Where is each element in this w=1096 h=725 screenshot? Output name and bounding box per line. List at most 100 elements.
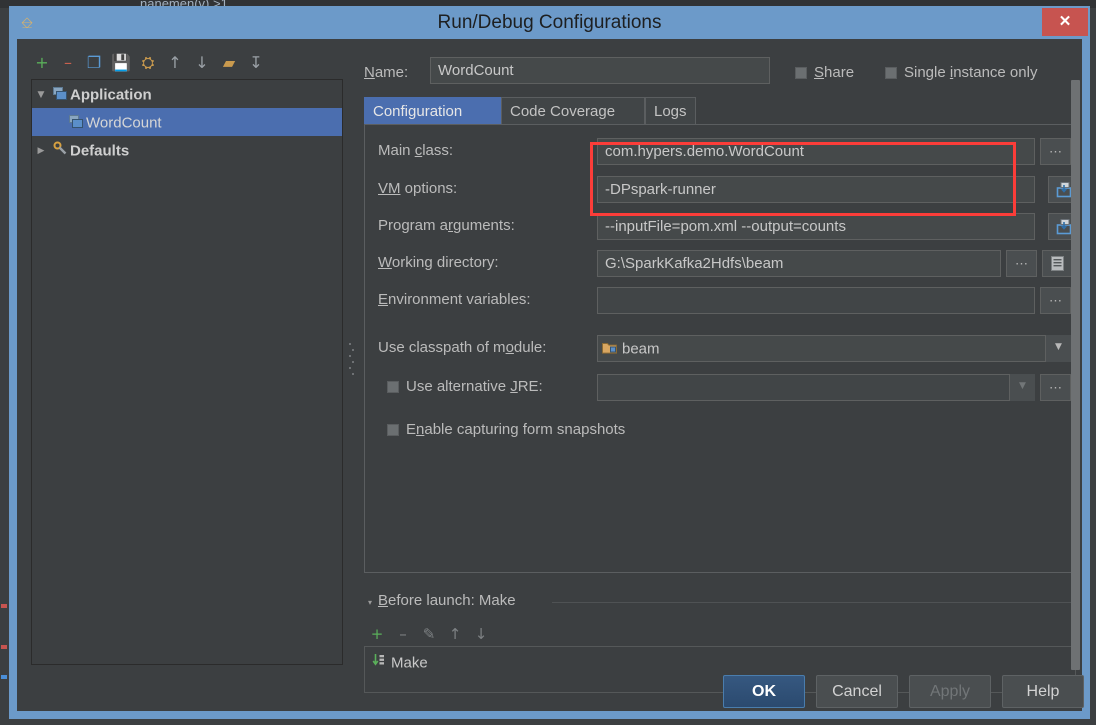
list-item[interactable]: Make bbox=[367, 649, 1067, 675]
sidebar-item-defaults[interactable]: ▶ Defaults bbox=[32, 136, 342, 164]
sidebar-item-wordcount[interactable]: WordCount bbox=[32, 108, 342, 136]
field-label-working-directory: Working directory: bbox=[378, 254, 499, 271]
defaults-wrench-icon bbox=[50, 137, 70, 165]
alternative-jre-checkbox-box[interactable] bbox=[387, 381, 399, 394]
dialog-client-area: + – ❐ 💾 ⛭ ↑ ↓ ▰ ↧ ▼ Application WordCount ▶ Defaults… bbox=[17, 39, 1084, 711]
gutter-marker-error bbox=[1, 604, 7, 608]
application-icon bbox=[50, 81, 70, 109]
alternative-jre-combo bbox=[597, 374, 1035, 401]
make-compile-icon bbox=[367, 650, 391, 676]
ide-left-gutter bbox=[0, 8, 9, 725]
remove-before-launch-task-button[interactable]: – bbox=[392, 622, 414, 646]
alternative-jre-checkbox[interactable]: Use alternative JRE: bbox=[387, 378, 543, 395]
configuration-form: Main class: com.hypers.demo.WordCount ⋯ VM … bbox=[364, 125, 1079, 573]
dialog-title: Run/Debug Configurations bbox=[437, 12, 662, 33]
configurations-tree[interactable]: ▼ Application WordCount ▶ Defaults bbox=[31, 79, 343, 665]
field-label-main-class: Main class: bbox=[378, 142, 454, 159]
name-label-rest: ame: bbox=[374, 64, 409, 81]
editor-scrollbar[interactable] bbox=[1071, 80, 1080, 670]
dialog-title-bar[interactable]: ⎒ Run/Debug Configurations ✕ bbox=[9, 6, 1090, 39]
browse-environment-variables-button[interactable]: ⋯ bbox=[1040, 287, 1071, 314]
before-launch-title-rest: efore launch: Make bbox=[388, 592, 516, 609]
share-checkbox-box[interactable] bbox=[795, 67, 807, 80]
module-combo[interactable]: beam bbox=[597, 335, 1071, 362]
field-row-working-directory: Working directory: G:\SparkKafka2Hdfs\bea… bbox=[365, 248, 1077, 278]
edit-before-launch-task-button[interactable]: ✎ bbox=[418, 622, 440, 646]
save-configuration-button[interactable]: 💾 bbox=[110, 51, 132, 75]
add-configuration-button[interactable]: + bbox=[31, 51, 53, 75]
field-row-main-class: Main class: com.hypers.demo.WordCount ⋯ bbox=[365, 136, 1077, 166]
field-row-module: Use classpath of module: beam ▼ bbox=[365, 333, 1077, 363]
single-instance-checkbox-box[interactable] bbox=[885, 67, 897, 80]
configurations-toolbar: + – ❐ 💾 ⛭ ↑ ↓ ▰ ↧ bbox=[31, 51, 351, 77]
form-snapshots-checkbox[interactable]: Enable capturing form snapshots bbox=[387, 421, 625, 438]
help-button[interactable]: Help bbox=[1002, 675, 1084, 708]
field-row-program-arguments: Program arguments: --inputFile=pom.xml --… bbox=[365, 211, 1079, 241]
move-task-up-button[interactable]: ↑ bbox=[444, 622, 466, 646]
share-mnemonic: S bbox=[814, 64, 825, 81]
tab-code-coverage[interactable]: Code Coverage bbox=[501, 97, 645, 125]
sidebar-item-label: WordCount bbox=[86, 114, 162, 132]
module-dropdown-arrow[interactable]: ▼ bbox=[1045, 335, 1071, 362]
editor-scrollbar-thumb[interactable] bbox=[1071, 80, 1080, 670]
module-icon bbox=[602, 337, 622, 361]
form-snapshots-checkbox-box[interactable] bbox=[387, 424, 399, 437]
single-instance-label-post: nstance only bbox=[953, 64, 1038, 81]
single-instance-label-pre: Single bbox=[904, 64, 950, 81]
working-directory-macros-button[interactable] bbox=[1042, 250, 1073, 277]
working-directory-input[interactable]: G:\SparkKafka2Hdfs\beam bbox=[597, 250, 1001, 277]
before-launch-expander-icon[interactable]: ▾ bbox=[368, 598, 372, 607]
before-launch-header[interactable]: ▾ Before launch: Make bbox=[364, 592, 1076, 612]
editor-tabs: Configuration Code Coverage Logs bbox=[364, 97, 1076, 125]
single-instance-checkbox[interactable]: Single instance only bbox=[885, 64, 1037, 81]
alternative-jre-dropdown-arrow: ▼ bbox=[1009, 374, 1035, 401]
browse-working-directory-button[interactable]: ⋯ bbox=[1006, 250, 1037, 277]
copy-configuration-button[interactable]: ❐ bbox=[83, 51, 105, 75]
field-label-module: Use classpath of module: bbox=[378, 339, 547, 356]
tree-expander-icon[interactable]: ▶ bbox=[32, 137, 50, 165]
browse-alternative-jre-button[interactable]: ⋯ bbox=[1040, 374, 1071, 401]
field-label-program-arguments: Program arguments: bbox=[378, 217, 515, 234]
name-input[interactable]: WordCount bbox=[430, 57, 770, 84]
add-before-launch-task-button[interactable]: + bbox=[366, 622, 388, 646]
browse-main-class-button[interactable]: ⋯ bbox=[1040, 138, 1071, 165]
tab-configuration[interactable]: Configuration bbox=[364, 97, 501, 125]
cancel-button[interactable]: Cancel bbox=[816, 675, 898, 708]
edit-defaults-button[interactable]: ⛭ bbox=[137, 51, 159, 75]
before-launch-mnemonic: B bbox=[378, 592, 389, 609]
gutter-marker-info bbox=[1, 675, 7, 679]
name-label: Name: bbox=[364, 64, 408, 81]
tab-logs[interactable]: Logs bbox=[645, 97, 696, 125]
move-down-button[interactable]: ↓ bbox=[191, 51, 213, 75]
vm-options-input[interactable]: -DPspark-runner bbox=[597, 176, 1035, 203]
run-debug-configurations-dialog: ⎒ Run/Debug Configurations ✕ + – ❐ 💾 ⛭ ↑ ↓ ▰ ↧ ▼… bbox=[9, 6, 1090, 719]
program-arguments-input[interactable]: --inputFile=pom.xml --output=counts bbox=[597, 213, 1035, 240]
folder-button[interactable]: ▰ bbox=[218, 51, 240, 75]
environment-variables-input[interactable] bbox=[597, 287, 1035, 314]
field-row-form-snapshots: Enable capturing form snapshots bbox=[365, 415, 1077, 445]
remove-configuration-button[interactable]: – bbox=[57, 51, 79, 75]
run-config-icon bbox=[66, 109, 86, 137]
apply-button: Apply bbox=[909, 675, 991, 708]
field-row-alternative-jre: Use alternative JRE: ▼ ⋯ bbox=[365, 372, 1077, 402]
field-row-vm-options: VM options: -DPspark-runner bbox=[365, 174, 1079, 204]
before-launch-separator bbox=[552, 602, 1076, 603]
ok-button[interactable]: OK bbox=[723, 675, 805, 708]
sort-alphabetically-button[interactable]: ↧ bbox=[245, 51, 267, 75]
panel-splitter[interactable] bbox=[346, 79, 358, 665]
gutter-marker-error-2 bbox=[1, 645, 7, 649]
main-class-input[interactable]: com.hypers.demo.WordCount bbox=[597, 138, 1035, 165]
name-label-mnemonic: N bbox=[364, 64, 375, 81]
close-icon[interactable]: ✕ bbox=[1042, 8, 1088, 36]
list-item-label: Make bbox=[391, 654, 428, 672]
move-up-button[interactable]: ↑ bbox=[164, 51, 186, 75]
splitter-handle[interactable] bbox=[349, 339, 355, 381]
module-value: beam bbox=[622, 340, 660, 358]
tree-expander-icon[interactable]: ▼ bbox=[32, 81, 50, 109]
share-checkbox[interactable]: Share bbox=[795, 64, 854, 81]
before-launch-toolbar: + – ✎ ↑ ↓ bbox=[366, 622, 666, 646]
before-launch-title: Before launch: Make bbox=[378, 592, 516, 609]
move-task-down-button[interactable]: ↓ bbox=[470, 622, 492, 646]
sidebar-item-application[interactable]: ▼ Application bbox=[32, 80, 342, 108]
configuration-editor-panel: Name: WordCount Share Single instance on… bbox=[358, 47, 1082, 693]
